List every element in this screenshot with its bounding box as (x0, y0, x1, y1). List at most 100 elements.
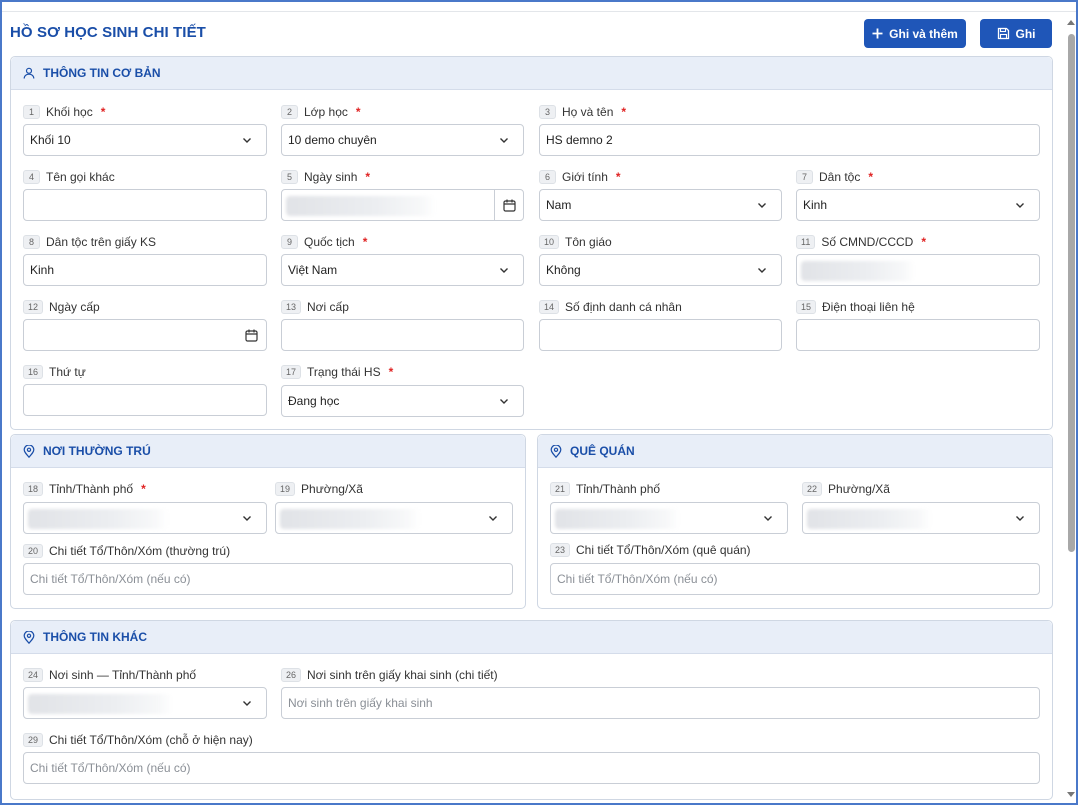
redacted-value (807, 509, 932, 529)
location-pin-icon (23, 444, 35, 458)
issue-date-input[interactable] (23, 319, 267, 351)
field-birthplace-province: 24 Nơi sinh — Tỉnh/Thành phố (23, 667, 267, 721)
birth-date-input[interactable] (281, 189, 524, 221)
field-number: 14 (539, 300, 560, 314)
field-label: Nơi sinh — Tỉnh/Thành phố (49, 668, 197, 682)
full-name-input[interactable]: HS demno 2 (539, 124, 1040, 156)
birthplace-detail-input[interactable]: Nơi sinh trên giấy khai sinh (281, 687, 1040, 719)
gender-select[interactable]: Nam (539, 189, 782, 221)
field-number: 9 (281, 235, 298, 249)
field-other-name: 4 Tên gọi khác (23, 169, 267, 223)
calendar-icon (502, 199, 516, 212)
save-and-add-button[interactable]: Ghi và thêm (864, 19, 966, 48)
input-placeholder: Nơi sinh trên giấy khai sinh (288, 696, 433, 710)
field-id-number: 11 Số CMND/CCCD * (796, 234, 1040, 288)
id-number-input[interactable] (796, 254, 1040, 286)
current-address-detail-input[interactable]: Chi tiết Tổ/Thôn/Xóm (nếu có) (23, 752, 1040, 784)
field-label: Dân tộc (819, 170, 861, 184)
chevron-down-icon (243, 701, 251, 706)
field-number: 10 (539, 235, 560, 249)
page-title: HỒ SƠ HỌC SINH CHI TIẾT (10, 24, 206, 41)
field-label: Phường/Xã (301, 482, 363, 496)
field-residence-detail: 20 Chi tiết Tổ/Thôn/Xóm (thường trú) Chi … (23, 543, 513, 597)
field-label: Chi tiết Tổ/Thôn/Xóm (chỗ ở hiện nay) (49, 733, 253, 747)
field-label: Trạng thái HS (307, 365, 381, 379)
field-label: Quốc tịch (304, 235, 355, 249)
field-gender: 6 Giới tính * Nam (539, 169, 782, 223)
field-label: Chi tiết Tổ/Thôn/Xóm (quê quán) (576, 543, 751, 557)
scroll-up-arrow[interactable] (1067, 20, 1075, 25)
required-marker: * (362, 235, 368, 249)
residence-detail-input[interactable]: Chi tiết Tổ/Thôn/Xóm (nếu có) (23, 563, 513, 595)
section-residence-title: NƠI THƯỜNG TRÚ (43, 444, 151, 458)
hometown-ward-select[interactable] (802, 502, 1040, 534)
grade-select[interactable]: Khối 10 (23, 124, 267, 156)
field-label: Giới tính (562, 170, 608, 184)
field-label: Tôn giáo (565, 235, 612, 249)
field-phone: 15 Điện thoại liên hệ (796, 299, 1040, 353)
scrollbar-thumb[interactable] (1068, 34, 1075, 552)
residence-province-select[interactable] (23, 502, 267, 534)
required-marker: * (921, 235, 927, 249)
residence-ward-select[interactable] (275, 502, 513, 534)
class-select[interactable]: 10 demo chuyên (281, 124, 524, 156)
other-name-input[interactable] (23, 189, 267, 221)
student-status-select[interactable]: Đang học (281, 385, 524, 417)
plus-icon (872, 28, 883, 39)
issue-place-input[interactable] (281, 319, 524, 351)
select-value: Đang học (288, 394, 340, 408)
redacted-value (28, 509, 168, 529)
nationality-select[interactable]: Việt Nam (281, 254, 524, 286)
ethnicity-on-birth-cert-input[interactable]: Kinh (23, 254, 267, 286)
input-placeholder: Chi tiết Tổ/Thôn/Xóm (nếu có) (557, 572, 718, 586)
field-birthplace-detail: 26 Nơi sinh trên giấy khai sinh (chi tiết… (281, 667, 1040, 721)
field-label: Thứ tự (49, 365, 86, 379)
field-number: 16 (23, 365, 44, 379)
calendar-button[interactable] (494, 190, 523, 220)
hometown-province-select[interactable] (550, 502, 788, 534)
required-marker: * (355, 105, 361, 119)
field-label: Số CMND/CCCD (821, 235, 914, 249)
field-number: 19 (275, 482, 296, 496)
chevron-down-icon (243, 138, 251, 143)
field-number: 6 (539, 170, 556, 184)
field-number: 20 (23, 544, 44, 558)
field-label: Số định danh cá nhân (565, 300, 682, 314)
field-hometown-ward: 22 Phường/Xã (802, 481, 1040, 535)
field-ethnicity-on-birth-cert: 8 Dân tộc trên giấy KS Kinh (23, 234, 267, 288)
field-label: Tỉnh/Thành phố (49, 482, 134, 496)
field-birth-date: 5 Ngày sinh * (281, 169, 524, 223)
section-basic-header: THÔNG TIN CƠ BẢN (11, 57, 1052, 90)
birthplace-province-select[interactable] (23, 687, 267, 719)
chevron-down-icon (500, 138, 508, 143)
field-residence-province: 18 Tỉnh/Thành phố * (23, 481, 267, 535)
required-marker: * (615, 170, 621, 184)
field-full-name: 3 Họ và tên * HS demno 2 (539, 104, 1040, 158)
select-value: 10 demo chuyên (288, 133, 377, 147)
field-religion: 10 Tôn giáo Không (539, 234, 782, 288)
field-label: Nơi cấp (307, 300, 349, 314)
scroll-down-arrow[interactable] (1067, 792, 1075, 797)
redacted-value (555, 509, 680, 529)
field-number: 24 (23, 668, 44, 682)
field-grade: 1 Khối học * Khối 10 (23, 104, 267, 158)
field-label: Nơi sinh trên giấy khai sinh (chi tiết) (307, 668, 498, 682)
top-divider (2, 11, 1076, 12)
field-number: 11 (796, 235, 816, 249)
select-value: Nam (546, 198, 572, 212)
field-number: 22 (802, 482, 823, 496)
phone-input[interactable] (796, 319, 1040, 351)
field-hometown-detail: 23 Chi tiết Tổ/Thôn/Xóm (quê quán) Chi ti… (550, 542, 1040, 596)
field-order: 16 Thứ tự (23, 364, 267, 418)
select-value: Việt Nam (288, 263, 338, 277)
calendar-button[interactable] (237, 320, 266, 350)
order-input[interactable] (23, 384, 267, 416)
hometown-detail-input[interactable]: Chi tiết Tổ/Thôn/Xóm (nếu có) (550, 563, 1040, 595)
input-value: HS demno 2 (546, 133, 613, 147)
personal-id-input[interactable] (539, 319, 782, 351)
save-button[interactable]: Ghi (980, 19, 1052, 48)
religion-select[interactable]: Không (539, 254, 782, 286)
ethnicity-select[interactable]: Kinh (796, 189, 1040, 221)
required-marker: * (621, 105, 627, 119)
field-number: 29 (23, 733, 44, 747)
